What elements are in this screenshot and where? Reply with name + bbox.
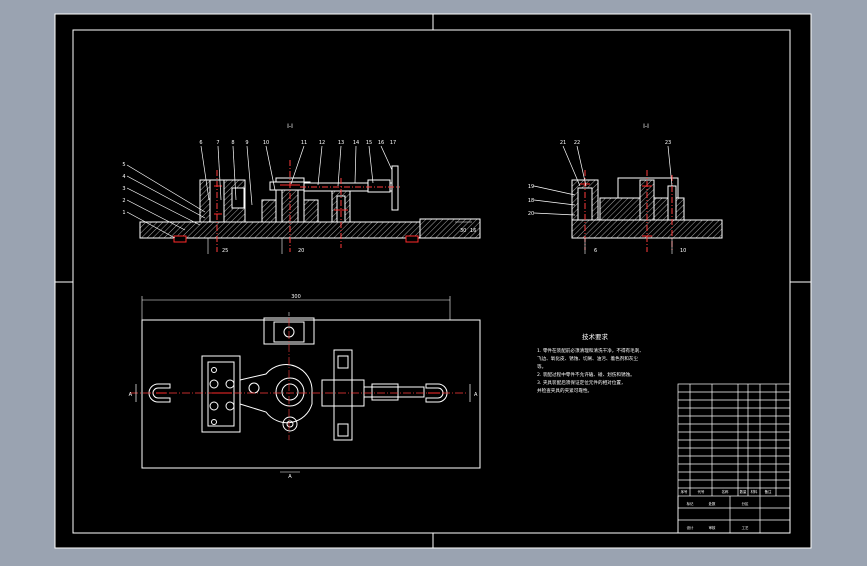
cad-viewport: I-I 25 20 30 16 1 2 3 4 5 6 7 8 9 10 11 … [0,0,867,562]
front-callout-13: 13 [338,140,344,146]
front-callout-2: 2 [122,198,125,204]
notes-line-5: 3. 夹具装配后须保证定位元件的相对位置， [537,379,626,386]
plan-dim-small: I [288,312,289,318]
side-callout-18: 18 [528,198,534,204]
front-callout-9: 9 [245,140,248,146]
title-block-footer-4: 审核 [709,525,716,530]
front-callout-3: 3 [122,186,125,192]
front-callout-10: 10 [263,140,269,146]
plan-dim-right: A [474,392,478,398]
side-dim-b: 10 [680,248,686,254]
side-callout-22: 22 [574,140,580,146]
title-block-header-0: 序号 [681,489,688,494]
notes-line-3: 等。 [537,363,546,370]
front-callout-17: 17 [390,140,396,146]
title-block-footer-0: 标记 [687,501,694,506]
side-dim-a: 6 [594,248,597,254]
title-block-header-1: 代号 [698,489,705,494]
notes-title: 技术要求 [582,332,609,341]
plan-dim-top: 300 [291,294,301,300]
plan-dim-left: A [129,392,133,398]
front-callout-15: 15 [366,140,372,146]
front-callout-4: 4 [122,174,125,180]
front-callout-6: 6 [199,140,202,146]
title-block-footer-1: 处数 [709,501,716,506]
front-dim-b: 20 [298,248,304,254]
front-section-label: I-I [287,123,293,130]
front-callout-12: 12 [319,140,325,146]
front-callout-5: 5 [122,162,125,168]
side-section-label: I-I [643,123,649,130]
side-callout-23: 23 [665,140,671,146]
title-block-footer-3: 设计 [687,525,694,530]
notes-line-1: 1. 零件在装配前必须清理和清洗干净，不得有毛刺、 [537,347,644,354]
side-callout-19: 19 [528,184,534,190]
notes-line-2: 飞边、氧化皮、锈蚀、切屑、油污、着色剂和灰尘 [537,355,638,362]
front-callout-7: 7 [216,140,219,146]
notes-line-4: 2. 装配过程中零件不允许磕、碰、划伤和锈蚀。 [537,371,635,378]
front-handle [391,165,399,211]
front-callout-8: 8 [231,140,234,146]
front-callout-14: 14 [353,140,359,146]
front-dim-d: 16 [470,228,476,234]
drawing-sheet: I-I 25 20 30 16 123456 7 8 9 10 11 12 13… [54,13,812,549]
title-block-footer-5: 工艺 [742,525,749,530]
title-block-header-2: 名称 [722,489,729,494]
front-dim-c: 30 [460,228,466,234]
title-block-header-3: 数量 [740,489,747,494]
title-block-header-4: 材料 [751,489,758,494]
front-callout-1: 1 [122,210,125,216]
side-callout-20: 20 [528,211,534,217]
front-callout-11: 11 [301,140,307,146]
plan-dim-bottom: A [288,474,292,480]
title-block-header-5: 备注 [765,489,772,494]
title-block-footer-2: 分区 [742,501,749,506]
front-dim-a: 25 [222,248,228,254]
front-callout-16: 16 [378,140,384,146]
side-callout-21: 21 [560,140,566,146]
notes-line-6: 并检查夹具的夹紧可靠性。 [537,387,592,394]
